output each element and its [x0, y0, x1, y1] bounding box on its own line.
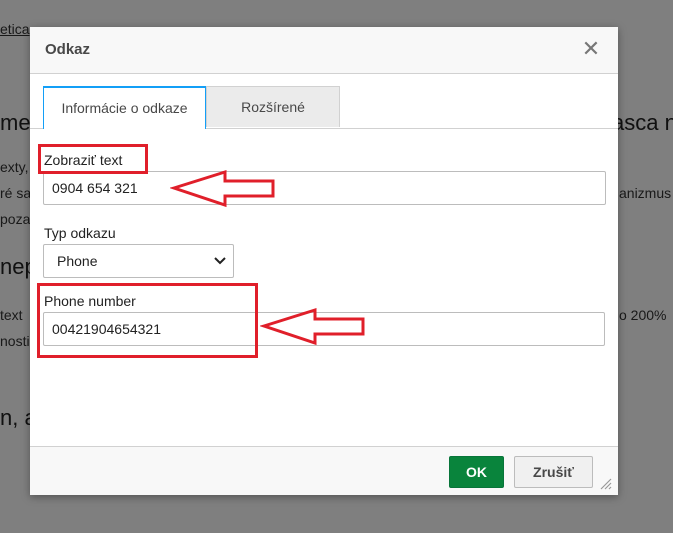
- tab-advanced[interactable]: Rozšírené: [206, 86, 340, 127]
- annotation-arrow-icon: [260, 307, 365, 346]
- resize-handle-icon[interactable]: [600, 478, 612, 490]
- dialog-footer: OK Zrušiť: [30, 446, 618, 495]
- dialog-header: Odkaz ✕: [30, 27, 618, 74]
- ok-button[interactable]: OK: [449, 456, 504, 488]
- link-dialog: Odkaz ✕ Informácie o odkaze Rozšírené Zo…: [30, 27, 618, 495]
- tab-bar: Informácie o odkaze Rozšírené: [30, 86, 618, 129]
- tab-link-info[interactable]: Informácie o odkaze: [43, 86, 206, 129]
- annotation-box-display-text: [38, 144, 148, 174]
- link-type-value: Phone: [57, 253, 98, 269]
- annotation-box-phone-number: [37, 283, 258, 358]
- display-text-input[interactable]: [43, 171, 606, 205]
- annotation-arrow-icon: [170, 169, 275, 208]
- link-type-select[interactable]: Phone: [43, 244, 234, 278]
- close-icon[interactable]: ✕: [580, 38, 602, 60]
- chevron-down-icon: [213, 246, 227, 288]
- cancel-button[interactable]: Zrušiť: [514, 456, 593, 488]
- link-type-label: Typ odkazu: [44, 225, 116, 241]
- dialog-title: Odkaz: [45, 41, 91, 58]
